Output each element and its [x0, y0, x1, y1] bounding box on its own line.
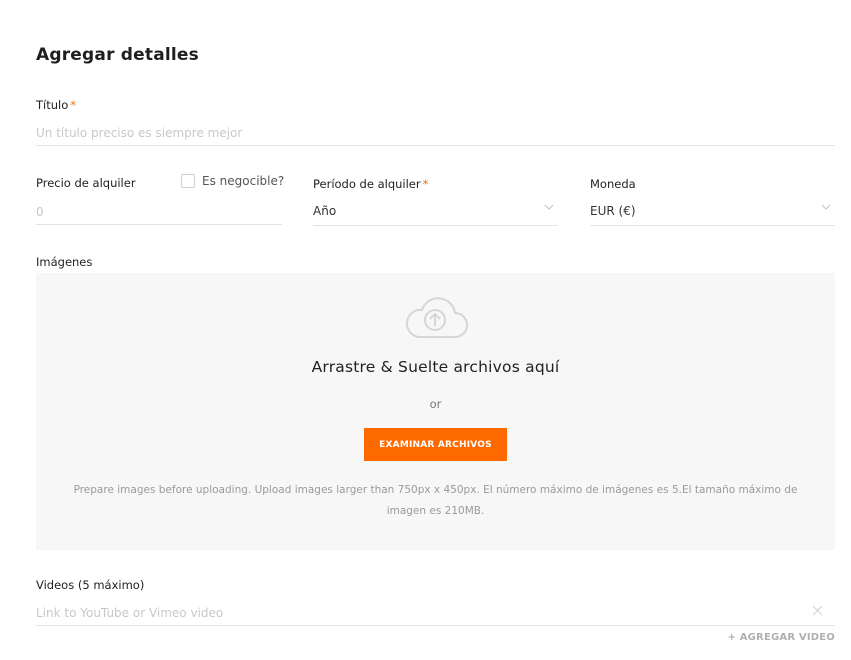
title-label: Título *	[36, 98, 76, 112]
currency-label: Moneda	[590, 177, 636, 191]
upload-note-line2: imagen es 210MB.	[386, 505, 485, 517]
negotiable-label: Es negocible?	[202, 174, 285, 188]
upload-note-line1: Prepare images before uploading. Upload …	[73, 484, 798, 496]
section-title: Agregar detalles	[36, 45, 199, 65]
image-dropzone[interactable]: Arrastre & Suelte archivos aquí or EXAMI…	[36, 273, 835, 550]
negotiable-checkbox[interactable]	[181, 174, 195, 188]
chevron-down-icon	[821, 203, 831, 214]
browse-files-button[interactable]: EXAMINAR ARCHIVOS	[364, 428, 507, 461]
currency-select[interactable]: EUR (€)	[590, 199, 835, 226]
price-label: Precio de alquiler	[36, 176, 136, 190]
period-value: Año	[313, 204, 337, 218]
dropzone-title: Arrastre & Suelte archivos aquí	[311, 358, 560, 376]
video-link-input[interactable]	[36, 600, 835, 626]
currency-value: EUR (€)	[590, 204, 636, 218]
price-input[interactable]	[36, 199, 282, 225]
close-icon[interactable]	[812, 604, 823, 620]
title-input[interactable]	[36, 120, 835, 146]
period-label: Período de alquiler *	[313, 177, 428, 191]
videos-label: Videos (5 máximo)	[36, 578, 145, 592]
cloud-upload-icon	[401, 293, 471, 343]
dropzone-or: or	[429, 397, 442, 411]
period-label-text: Período de alquiler	[313, 177, 421, 191]
required-mark: *	[422, 177, 429, 191]
period-select[interactable]: Año	[313, 199, 558, 226]
upload-note: Prepare images before uploading. Upload …	[56, 480, 815, 522]
negotiable-checkbox-group[interactable]: Es negocible?	[181, 174, 284, 188]
required-mark: *	[70, 98, 76, 112]
title-label-text: Título	[36, 98, 69, 112]
add-video-button[interactable]: + AGREGAR VIDEO	[727, 632, 835, 643]
images-label: Imágenes	[36, 255, 93, 269]
chevron-down-icon	[544, 203, 554, 214]
